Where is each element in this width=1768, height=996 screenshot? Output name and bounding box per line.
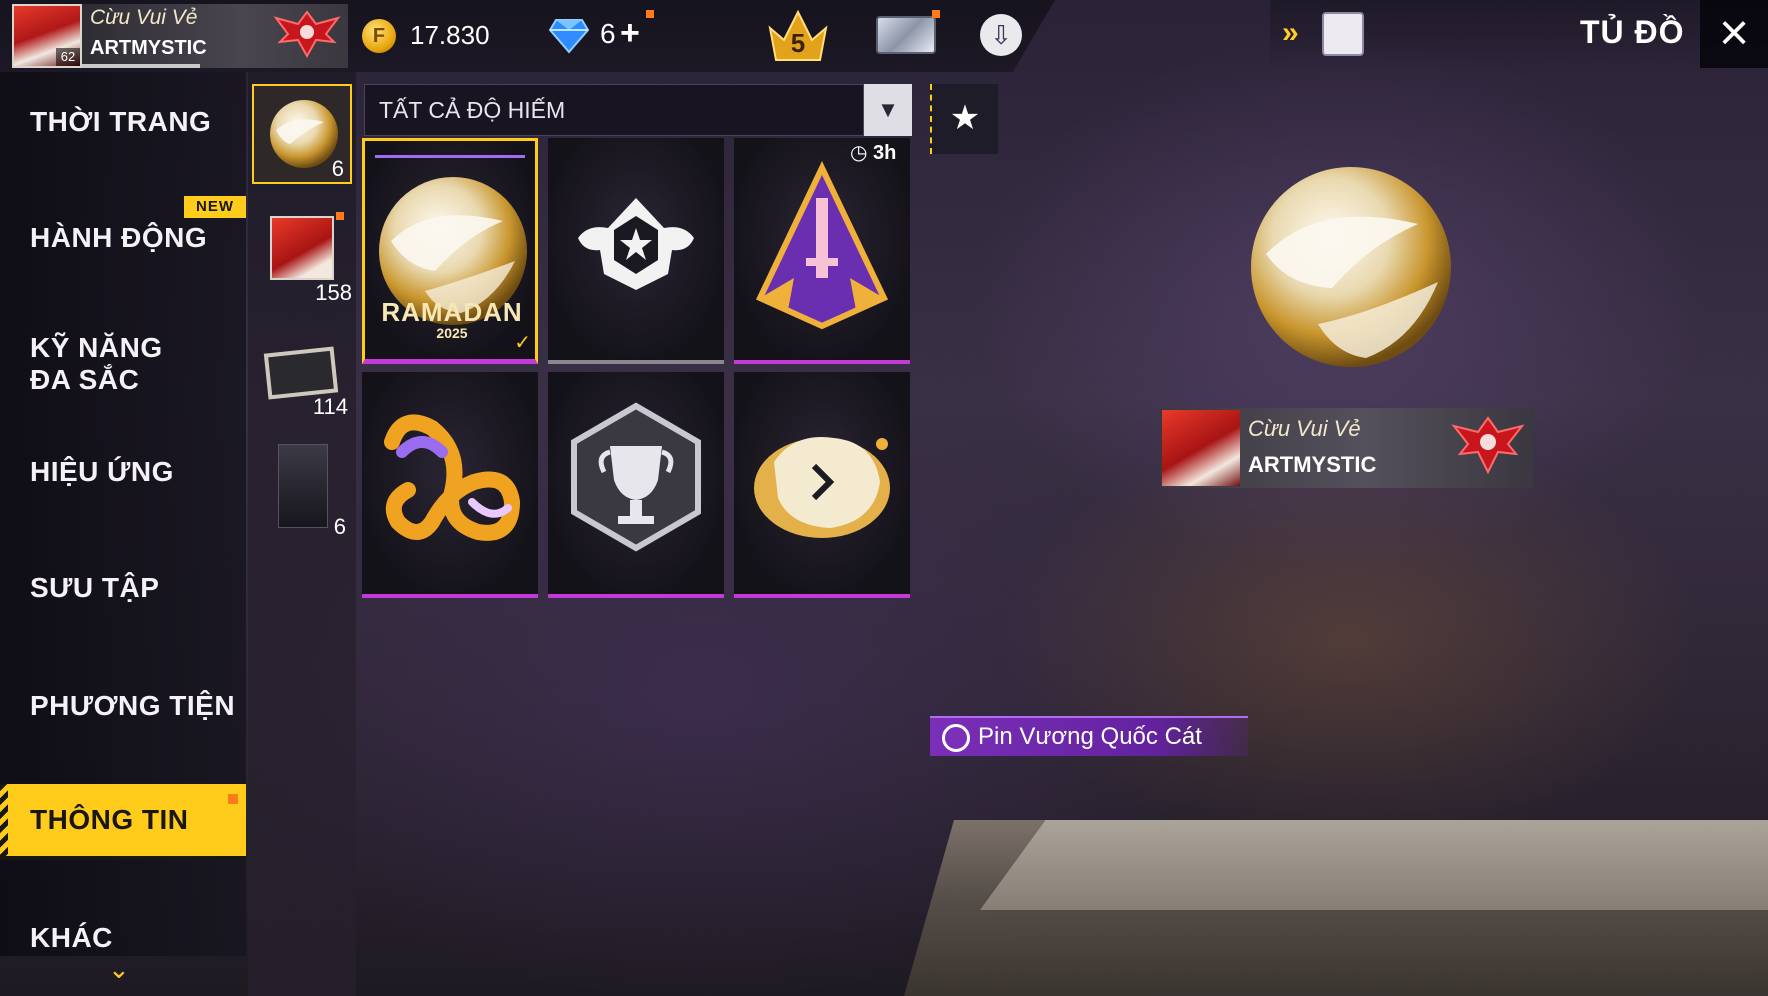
coin-icon: F (362, 19, 396, 53)
trophy-icon (571, 402, 701, 552)
grid-item-star-shield-pin[interactable] (548, 138, 724, 364)
nav-item-fashion[interactable]: THỜI TRANG (0, 82, 246, 162)
nav-item-info[interactable]: THÔNG TIN (0, 784, 246, 860)
subcategory-pin[interactable]: 6 (252, 84, 352, 184)
nav-item-effects[interactable]: HIỆU ỨNG (0, 432, 246, 512)
close-icon[interactable]: × (1700, 0, 1768, 68)
nav-item-collection[interactable]: SƯU TẬP (0, 548, 246, 628)
pin-badge-icon (942, 724, 970, 752)
fist-emblem-icon (754, 437, 890, 538)
timer-label: ◷ 3h (850, 140, 896, 165)
preview-player-name: Cừu Vui Vẻ (1248, 416, 1361, 441)
gold-amount: 17.830 (410, 20, 490, 50)
star-icon[interactable]: ★ (930, 84, 998, 154)
grid-item-fist-pin[interactable] (734, 372, 910, 598)
cloud-download-icon[interactable]: ⇩ (980, 14, 1022, 56)
guild-emblem-icon (273, 10, 341, 59)
timer-value: 3h (873, 142, 897, 164)
double-chevron-icon[interactable]: » (1282, 16, 1299, 50)
chevron-down-icon[interactable]: ▼ (864, 84, 912, 136)
ramadan-text: RAMADAN (381, 297, 523, 327)
selected-item-name: Pin Vương Quốc Cát (930, 716, 1248, 756)
infinity-ribbon-icon (384, 414, 521, 541)
star-shield-icon (578, 198, 694, 290)
banner-thumb (263, 346, 339, 400)
player-level: 62 (56, 48, 80, 66)
subcategory-count: 6 (331, 156, 344, 181)
nav-item-vehicles[interactable]: PHƯƠNG TIỆN (0, 666, 246, 746)
ramadan-year: 2025 (436, 325, 468, 341)
rank-crown-icon[interactable]: 5 (762, 4, 834, 66)
grid-item-ramadan-pin[interactable]: RAMADAN 2025 ✓ (362, 138, 538, 364)
guild-name: ARTMYSTIC (90, 37, 207, 59)
avatar-thumb (270, 216, 334, 280)
notification-dot (336, 212, 344, 220)
clock-icon: ◷ (850, 142, 868, 164)
notification-dot (228, 794, 238, 804)
diamond-amount: 6 (600, 18, 616, 49)
dagger-badge-icon (755, 161, 889, 330)
subcategory-count: 158 (315, 280, 352, 305)
rarity-filter-dropdown[interactable]: TẤT CẢ ĐỘ HIẾM (364, 84, 864, 136)
preview-guild-name: ARTMYSTIC (1248, 452, 1377, 477)
diamond-icon (548, 19, 590, 54)
new-badge: NEW (184, 196, 246, 218)
subcategory-count: 6 (333, 514, 346, 539)
rank-level: 5 (791, 28, 805, 58)
character-card-thumb (278, 444, 328, 528)
preview-sand-orb-icon (1251, 167, 1451, 367)
grid-item-dagger-pin[interactable] (734, 138, 910, 364)
chevron-down-icon[interactable]: ⌄ (108, 954, 130, 985)
guild-emblem-icon (1451, 416, 1525, 475)
subcategory-banner[interactable]: 114 (252, 320, 352, 420)
character-switch-icon[interactable] (1322, 12, 1364, 56)
display-platform-top (980, 820, 1768, 910)
page-title: TỦ ĐỒ (1580, 14, 1685, 50)
subcategory-character-card[interactable]: 6 (252, 438, 352, 539)
preview-avatar (1162, 410, 1240, 486)
membership-card-icon[interactable] (876, 16, 936, 54)
checkmark-icon: ✓ (514, 332, 531, 354)
grid-item-infinity-pin[interactable] (362, 372, 538, 598)
player-name: Cừu Vui Vẻ (90, 6, 198, 29)
subcategory-avatar[interactable]: 158 (252, 200, 352, 305)
notification-dot (932, 10, 940, 18)
grid-item-trophy-pin[interactable] (548, 372, 724, 598)
subcategory-count: 114 (312, 394, 348, 419)
topup-button[interactable]: + (620, 14, 640, 53)
notification-dot (646, 10, 654, 18)
nav-item-color-skills[interactable]: KỸ NĂNG ĐA SẮC (0, 314, 200, 414)
exp-bar (82, 64, 200, 68)
